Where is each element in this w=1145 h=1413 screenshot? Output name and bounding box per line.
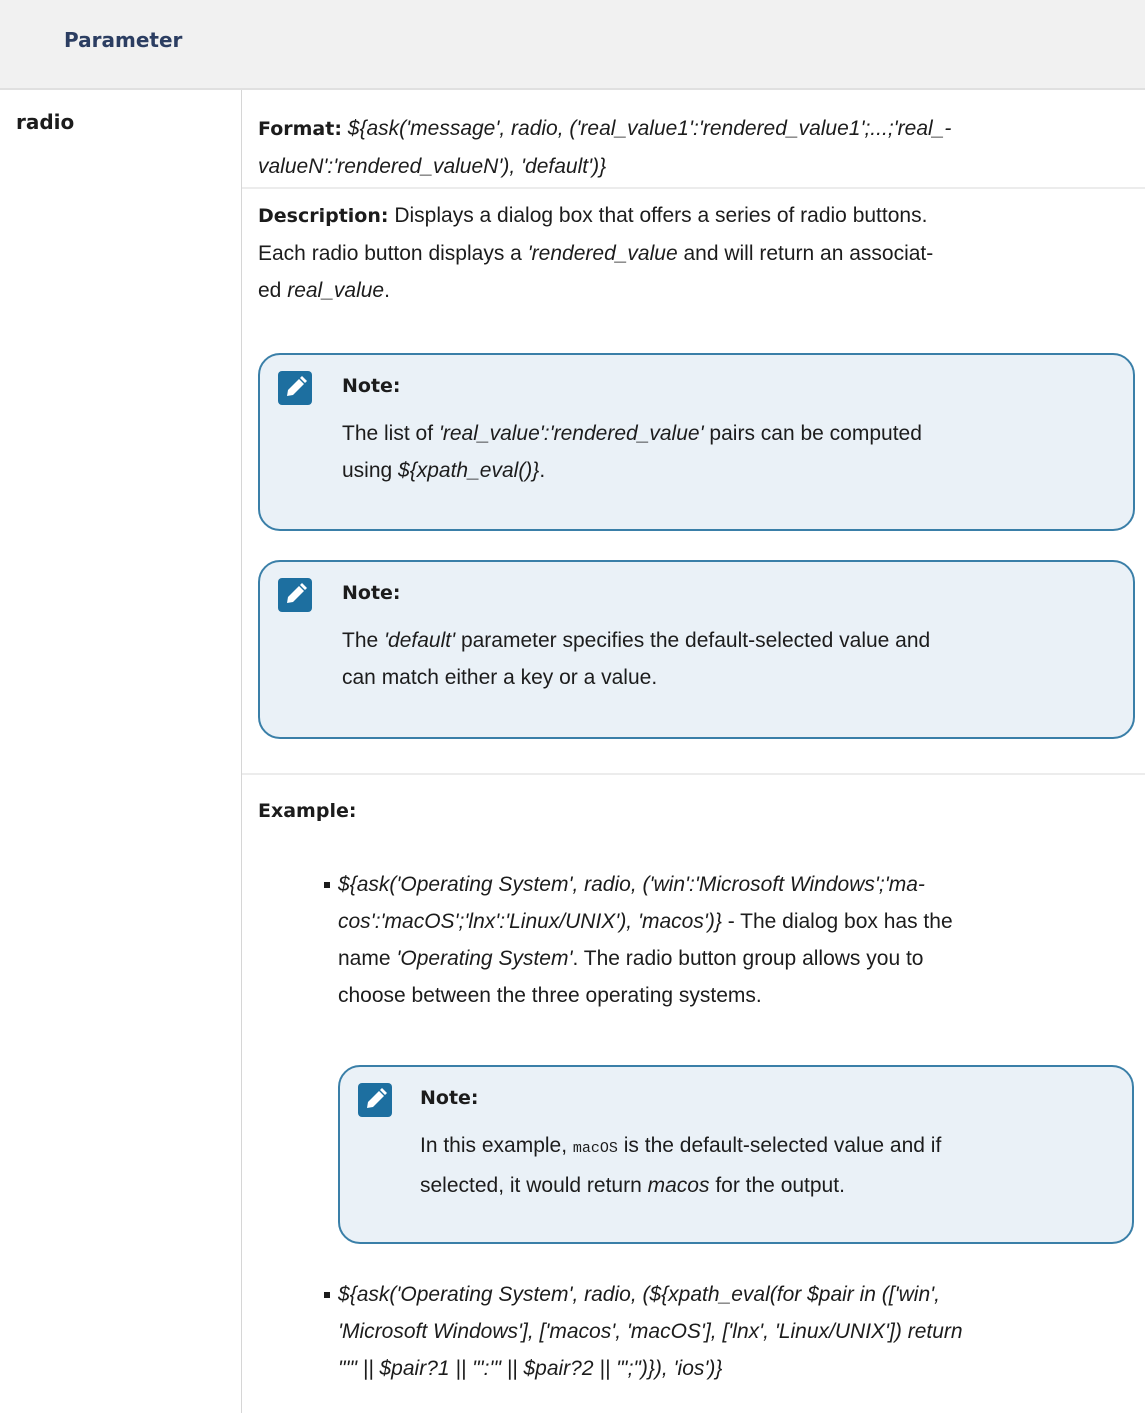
note-body: The list of 'real_value':'rendered_value… <box>342 415 1103 489</box>
note1-text-b: 'real_value':'rendered_value' <box>438 422 704 445</box>
note3-text-a: In this example, <box>420 1134 573 1157</box>
note-box-1: Note: The list of 'real_value':'rendered… <box>258 353 1135 531</box>
format-syntax-2: valueN':'rendered_valueN'), 'default')} <box>258 155 607 178</box>
example-item-1: ${ask('Operating System', radio, ('win':… <box>338 866 1138 1014</box>
bullet-marker <box>324 882 330 888</box>
row-separator <box>242 187 1145 189</box>
description-text-2a: Each radio button displays a <box>258 242 528 265</box>
note1-text-d: using <box>342 459 399 482</box>
note2-text-b: 'default' <box>384 629 456 652</box>
note3-text-c: selected, it would return <box>420 1174 648 1197</box>
example2-line-3: "'" || $pair?1 || "':'" || $pair?2 || "'… <box>338 1357 723 1380</box>
note3-text-d: macos <box>647 1174 710 1197</box>
note2-text-c: parameter specifies the default-selected… <box>455 629 931 652</box>
note1-text-e: ${xpath_eval()} <box>398 459 540 482</box>
note3-text-b: is the default-selected value and if <box>617 1134 942 1157</box>
format-label: Format: <box>258 118 342 140</box>
description-text-2b: 'rendered_value <box>527 242 678 265</box>
note-title: Note: <box>342 375 401 397</box>
format-block: Format: ${ask('message', radio, ('real_v… <box>258 110 1135 185</box>
note-body: The 'default' parameter specifies the de… <box>342 622 1103 696</box>
description-line-3: ed real_value. <box>258 272 1135 309</box>
note3-text-e: for the output. <box>709 1174 845 1197</box>
bullet-marker <box>324 1292 330 1298</box>
description-text-2c: and will return an associat- <box>677 242 934 265</box>
parameter-name: radio <box>16 110 75 134</box>
description-label: Description: <box>258 205 389 227</box>
note-body: In this example, macOS is the default-se… <box>420 1127 1102 1204</box>
example-label: Example: <box>258 800 357 822</box>
example2-line-1: ${ask('Operating System', radio, (${xpat… <box>338 1283 940 1306</box>
note-title: Note: <box>342 582 401 604</box>
note2-text-a: The <box>342 629 385 652</box>
format-line-1: Format: ${ask('message', radio, ('real_v… <box>258 110 1135 148</box>
example1-line-4: choose between the three operating syste… <box>338 984 762 1007</box>
example1-line-3a: name <box>338 947 397 970</box>
description-text-3c: . <box>384 279 390 302</box>
parameter-table: Parameter radio Format: ${ask('message',… <box>0 0 1145 1413</box>
row-separator <box>242 773 1145 775</box>
example1-line-1: ${ask('Operating System', radio, ('win':… <box>338 873 925 896</box>
example1-line-3b: 'Operating System' <box>396 947 573 970</box>
note1-text-f: . <box>539 459 546 482</box>
description-line-2: Each radio button displays a 'rendered_v… <box>258 235 1135 272</box>
example-item-2: ${ask('Operating System', radio, (${xpat… <box>338 1276 1138 1387</box>
description-text-3b: real_value <box>287 279 385 302</box>
example1-line-2a: cos':'macOS';'lnx':'Linux/UNIX'), 'macos… <box>338 910 722 933</box>
description-line-1: Description: Displays a dialog box that … <box>258 197 1135 235</box>
note-pencil-icon <box>278 371 312 405</box>
note2-text-d: can match either a key or a value. <box>342 666 658 689</box>
description-text-3a: ed <box>258 279 288 302</box>
format-syntax-1: ${ask('message', radio, ('real_value1':'… <box>347 117 952 140</box>
example2-line-2: 'Microsoft Windows'], ['macos', 'macOS']… <box>338 1320 963 1343</box>
parameter-cell: radio <box>0 90 242 1413</box>
note1-text-a: The list of <box>342 422 439 445</box>
note-pencil-icon <box>278 578 312 612</box>
table-header-row: Parameter <box>0 0 1145 90</box>
example-block: Example: <box>258 792 1135 830</box>
note-box-3: Note: In this example, macOS is the defa… <box>338 1065 1134 1244</box>
note1-text-c: pairs can be computed <box>703 422 922 445</box>
example1-line-2b: - The dialog box has the <box>721 910 953 933</box>
note-box-2: Note: The 'default' parameter specifies … <box>258 560 1135 739</box>
header-parameter: Parameter <box>64 28 183 52</box>
note-title: Note: <box>420 1087 479 1109</box>
example1-line-3c: . The radio button group allows you to <box>572 947 924 970</box>
note3-code: macOS <box>572 1140 618 1157</box>
note-pencil-icon <box>358 1083 392 1117</box>
description-text-1: Displays a dialog box that offers a seri… <box>388 204 928 227</box>
description-block: Description: Displays a dialog box that … <box>258 197 1135 309</box>
